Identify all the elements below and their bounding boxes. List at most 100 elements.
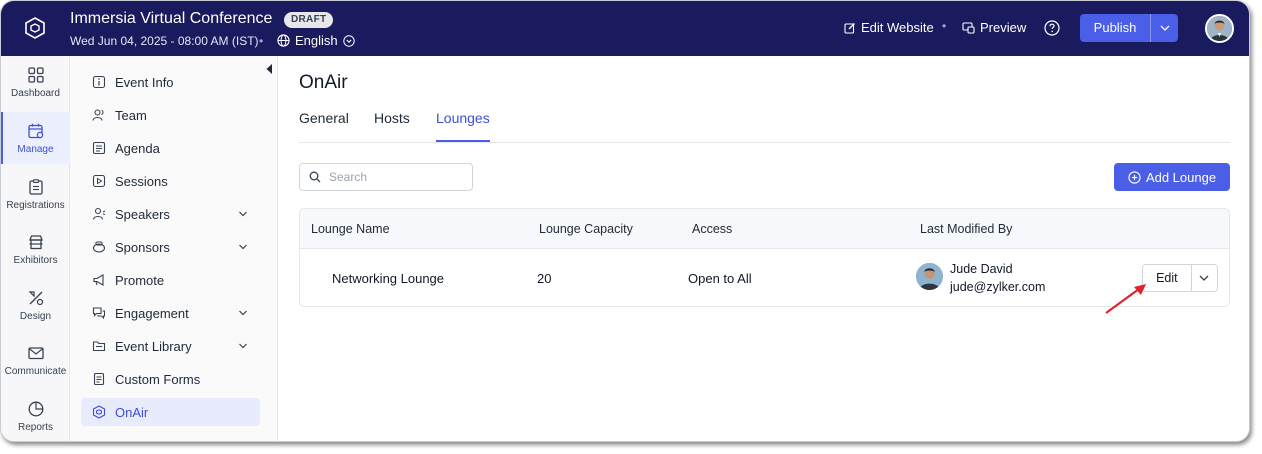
user-avatar[interactable] (1205, 14, 1234, 43)
language-selector[interactable]: English (277, 33, 355, 48)
search-input[interactable] (329, 170, 459, 184)
table-row: Networking Lounge 20 Open to All Jude Da… (300, 249, 1229, 306)
column-header-last-modified-by: Last Modified By (920, 222, 1013, 236)
rail-item-exhibitors[interactable]: Exhibitors (1, 223, 70, 275)
plus-circle-icon (1128, 170, 1141, 184)
chevron-down-icon (1160, 25, 1169, 31)
add-lounge-button[interactable]: Add Lounge (1114, 163, 1230, 191)
sidebar-item-label: Event Info (115, 74, 174, 90)
chevron-down-icon[interactable] (238, 341, 248, 351)
column-header-access: Access (692, 222, 733, 236)
grid-icon (27, 66, 44, 83)
sidebar-item-label: Engagement (115, 305, 189, 321)
search-icon (309, 171, 321, 183)
publish-button-group: Publish (1080, 14, 1178, 42)
page-title: OnAir (299, 72, 348, 93)
app-window: Immersia Virtual Conference DRAFT Wed Ju… (0, 0, 1250, 442)
edit-square-icon (844, 22, 855, 34)
rail-label: Registrations (6, 199, 65, 211)
rail-item-reports[interactable]: Reports (1, 390, 70, 441)
sidebar-item-label: Sessions (115, 173, 168, 189)
play-square-icon (92, 174, 106, 188)
sidebar-item-custom-forms[interactable]: Custom Forms (81, 365, 260, 393)
sidebar-item-label: OnAir (115, 404, 149, 420)
pie-chart-icon (28, 401, 43, 416)
column-header-lounge-capacity: Lounge Capacity (539, 222, 633, 236)
team-icon (92, 108, 106, 122)
edit-website-label: Edit Website (861, 20, 934, 35)
sidebar-item-label: Agenda (115, 140, 160, 156)
chevron-down-icon[interactable] (238, 308, 248, 318)
envelope-icon (27, 346, 44, 359)
modifier-name: Jude David (950, 262, 1013, 276)
preview-button[interactable]: Preview (962, 20, 1026, 35)
sidebar-item-speakers[interactable]: Speakers (81, 200, 260, 228)
globe-icon (277, 34, 290, 47)
chevron-down-icon[interactable] (238, 209, 248, 219)
sidebar-item-label: Speakers (115, 206, 170, 222)
calendar-gear-icon (27, 123, 43, 138)
search-box (299, 163, 473, 191)
annotation-arrow-icon (1105, 284, 1146, 314)
booth-icon (28, 234, 43, 249)
rail-item-communicate[interactable]: Communicate (1, 334, 70, 386)
sidebar-item-label: Promote (115, 272, 165, 288)
collapse-sidebar-icon[interactable] (265, 63, 273, 75)
sidebar-item-agenda[interactable]: Agenda (81, 134, 260, 162)
sidebar-item-event-library[interactable]: Event Library (81, 332, 260, 360)
form-icon (92, 372, 106, 386)
rail-item-registrations[interactable]: Registrations (1, 168, 70, 220)
lounges-table: Lounge Name Lounge Capacity Access Last … (299, 208, 1230, 307)
publish-options-button[interactable] (1150, 14, 1178, 42)
tab-general[interactable]: General (299, 110, 349, 142)
edit-website-button[interactable]: Edit Website (844, 20, 934, 35)
rail-label: Dashboard (11, 87, 60, 99)
sidebar-item-team[interactable]: Team (81, 101, 260, 129)
design-tools-icon (28, 290, 43, 305)
sidebar-item-engagement[interactable]: Engagement (81, 299, 260, 327)
main-content: OnAir General Hosts Lounges Add Lounge L… (279, 56, 1249, 441)
sidebar-item-label: Custom Forms (115, 371, 201, 387)
clipboard-icon (28, 178, 43, 195)
row-actions-dropdown[interactable] (1190, 265, 1217, 291)
rail-label: Communicate (4, 365, 67, 377)
rail-item-manage[interactable]: Manage (1, 112, 70, 164)
table-header: Lounge Name Lounge Capacity Access Last … (300, 209, 1229, 249)
preview-label: Preview (980, 20, 1027, 35)
sidebar-item-promote[interactable]: Promote (81, 266, 260, 294)
header-separator-2: • (942, 19, 947, 33)
lounge-capacity-cell: 20 (537, 271, 552, 286)
rail-label: Exhibitors (13, 254, 58, 266)
lounge-name-cell: Networking Lounge (332, 271, 445, 286)
sidebar-item-sponsors[interactable]: Sponsors (81, 233, 260, 261)
info-square-icon (92, 75, 106, 89)
sidebar-item-sessions[interactable]: Sessions (81, 167, 260, 195)
publish-button[interactable]: Publish (1080, 14, 1150, 42)
sidebar-item-event-info[interactable]: Event Info (81, 68, 260, 96)
help-icon[interactable] (1044, 20, 1060, 36)
tab-lounges[interactable]: Lounges (436, 110, 490, 142)
tab-bar: General Hosts Lounges (299, 108, 1230, 143)
rail-item-design[interactable]: Design (1, 279, 70, 331)
megaphone-icon (92, 273, 106, 287)
rail-item-dashboard[interactable]: Dashboard (1, 56, 70, 108)
speaker-person-icon (92, 207, 106, 221)
rail-label: Reports (17, 421, 53, 433)
onair-hexagon-icon (92, 405, 106, 419)
manage-sidebar: Event Info Team Agenda Sessions Speakers… (70, 56, 278, 441)
sidebar-item-label: Team (115, 107, 147, 123)
access-cell: Open to All (688, 271, 752, 286)
modifier-email: jude@zylker.com (950, 280, 1046, 294)
column-header-lounge-name: Lounge Name (311, 222, 390, 236)
sidebar-item-onair[interactable]: OnAir (81, 398, 260, 426)
chevron-down-icon[interactable] (238, 242, 248, 252)
person-photo-icon (916, 263, 943, 290)
primary-nav-rail: Dashboard Manage Registrations Exhibitor… (1, 56, 70, 441)
rail-label: Design (19, 310, 52, 322)
language-label: English (295, 33, 338, 48)
add-lounge-label: Add Lounge (1145, 169, 1217, 185)
sidebar-item-label: Sponsors (115, 239, 170, 255)
tab-hosts[interactable]: Hosts (374, 110, 410, 142)
modifier-avatar (916, 263, 943, 290)
app-logo-icon[interactable] (23, 16, 47, 40)
